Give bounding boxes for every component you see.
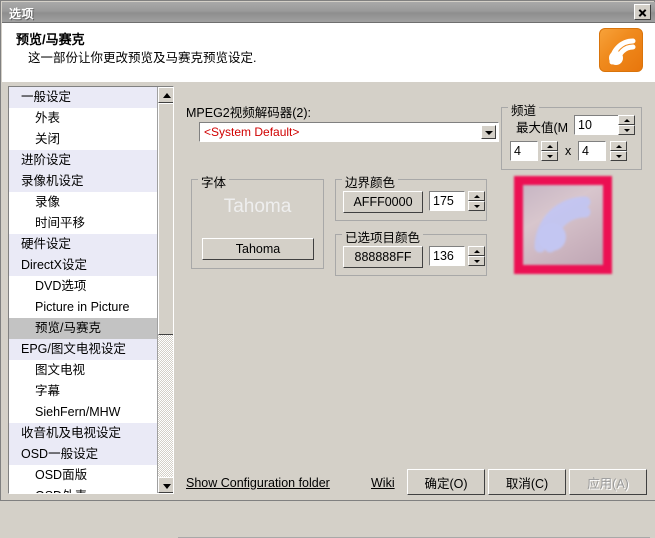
border-color-group-title: 边界颜色: [342, 172, 399, 191]
chevron-down-icon: [163, 484, 171, 489]
header-band: 预览/马赛克 这一部份让你更改预览及马赛克预览设定.: [2, 23, 655, 82]
options-dialog: 选项 预览/马赛克 这一部份让你更改预览及马赛克预览设定. 一般设定 外表 关闭 进阶…: [0, 0, 655, 538]
mosaic-preview-thumbnail: [514, 176, 612, 274]
decoder-dropdown-button[interactable]: [481, 125, 496, 139]
chevron-down-icon: [616, 155, 622, 158]
ok-button[interactable]: 确定(O): [407, 469, 485, 495]
settings-pane: MPEG2视频解码器(2): <System Default> 字体 Tahom…: [178, 86, 650, 494]
page-title: 预览/马赛克: [16, 32, 85, 47]
sidebar-item-2[interactable]: 关闭: [9, 129, 157, 150]
chevron-up-icon: [163, 93, 171, 98]
sidebar-item-10[interactable]: Picture in Picture: [9, 297, 157, 318]
font-group: 字体 Tahoma Tahoma: [191, 172, 324, 269]
signal-waves-preview-icon: [523, 185, 603, 265]
dialog-content: 一般设定 外表 关闭 进阶设定 录像机设定 录像 时间平移 硬件设定 DirectX设定 DVD选…: [2, 82, 655, 538]
sidebar-item-18[interactable]: OSD面版: [9, 465, 157, 486]
channel-max-spinner[interactable]: [618, 115, 635, 135]
sidebar-item-5[interactable]: 录像: [9, 192, 157, 213]
channel-rows-input[interactable]: 4: [578, 141, 606, 161]
channel-cols-spinner[interactable]: [541, 141, 558, 161]
apply-button: 应用(A): [569, 469, 647, 495]
spinner-up-button[interactable]: [541, 141, 558, 151]
sidebar-item-15[interactable]: SiehFern/MHW: [9, 402, 157, 423]
decoder-value: <System Default>: [204, 125, 300, 139]
font-select-button[interactable]: Tahoma: [202, 238, 314, 260]
spinner-down-button[interactable]: [610, 151, 627, 161]
chevron-up-icon: [624, 119, 630, 122]
sidebar-item-4[interactable]: 录像机设定: [9, 171, 157, 192]
sidebar-item-9[interactable]: DVD选项: [9, 276, 157, 297]
page-subtitle: 这一部份让你更改预览及马赛克预览设定.: [28, 51, 257, 65]
decoder-combo[interactable]: <System Default>: [199, 122, 499, 142]
border-color-group: 边界颜色 AFFF0000 175: [335, 172, 487, 221]
chevron-down-icon: [624, 129, 630, 132]
sidebar-item-8[interactable]: DirectX设定: [9, 255, 157, 276]
scroll-down-button[interactable]: [158, 477, 173, 493]
selected-color-group: 已选项目颜色 888888FF 136: [335, 227, 487, 276]
border-alpha-input[interactable]: 175: [429, 191, 465, 211]
sidebar-item-0[interactable]: 一般设定: [9, 87, 157, 108]
chevron-down-icon: [474, 260, 480, 263]
selected-alpha-spinner[interactable]: [468, 246, 485, 266]
signal-waves-logo-icon: [599, 28, 643, 72]
channel-grid-separator: x: [565, 144, 572, 158]
tree-scrollbar[interactable]: [157, 87, 173, 493]
channel-rows-spinner[interactable]: [610, 141, 627, 161]
show-config-folder-link[interactable]: Show Configuration folder: [186, 476, 330, 490]
border-alpha-spinner[interactable]: [468, 191, 485, 211]
spinner-down-button[interactable]: [541, 151, 558, 161]
sidebar-item-19[interactable]: OSD外表: [9, 486, 157, 493]
channel-max-input[interactable]: 10: [574, 115, 624, 135]
close-icon[interactable]: [634, 4, 651, 20]
channel-max-label: 最大值(M: [516, 121, 569, 135]
scrollbar-thumb[interactable]: [158, 103, 173, 335]
sidebar-item-12[interactable]: EPG/图文电视设定: [9, 339, 157, 360]
font-preview-text: Tahoma: [223, 196, 292, 217]
chevron-down-icon: [485, 131, 493, 135]
sidebar-item-11[interactable]: 预览/马赛克: [9, 318, 157, 339]
selected-color-button[interactable]: 888888FF: [343, 246, 423, 268]
spinner-up-button[interactable]: [468, 191, 485, 201]
scrollbar-track[interactable]: [158, 103, 173, 477]
spinner-up-button[interactable]: [618, 115, 635, 125]
sidebar-item-3[interactable]: 进阶设定: [9, 150, 157, 171]
selected-alpha-input[interactable]: 136: [429, 246, 465, 266]
chevron-up-icon: [616, 145, 622, 148]
spinner-down-button[interactable]: [468, 256, 485, 266]
chevron-down-icon: [547, 155, 553, 158]
sidebar-item-1[interactable]: 外表: [9, 108, 157, 129]
window-title: 选项: [9, 7, 35, 21]
chevron-up-icon: [474, 250, 480, 253]
sidebar-item-6[interactable]: 时间平移: [9, 213, 157, 234]
chevron-up-icon: [474, 195, 480, 198]
chevron-down-icon: [474, 205, 480, 208]
decoder-label: MPEG2视频解码器(2):: [186, 106, 312, 120]
wiki-link[interactable]: Wiki: [371, 476, 395, 490]
settings-tree-list: 一般设定 外表 关闭 进阶设定 录像机设定 录像 时间平移 硬件设定 DirectX设定 DVD选…: [9, 87, 157, 493]
sidebar-item-17[interactable]: OSD一般设定: [9, 444, 157, 465]
scroll-up-button[interactable]: [158, 87, 173, 103]
channel-group: 频道 最大值(M 10 4 x 4: [501, 100, 642, 170]
spinner-up-button[interactable]: [610, 141, 627, 151]
sidebar-item-13[interactable]: 图文电视: [9, 360, 157, 381]
sidebar-item-14[interactable]: 字幕: [9, 381, 157, 402]
title-bar: 选项: [2, 2, 655, 23]
selected-color-group-title: 已选项目颜色: [342, 227, 424, 246]
cancel-button[interactable]: 取消(C): [488, 469, 566, 495]
border-color-button[interactable]: AFFF0000: [343, 191, 423, 213]
channel-cols-input[interactable]: 4: [510, 141, 538, 161]
spinner-up-button[interactable]: [468, 246, 485, 256]
sidebar-item-7[interactable]: 硬件设定: [9, 234, 157, 255]
settings-tree[interactable]: 一般设定 外表 关闭 进阶设定 录像机设定 录像 时间平移 硬件设定 DirectX设定 DVD选…: [8, 86, 174, 494]
spinner-down-button[interactable]: [468, 201, 485, 211]
chevron-up-icon: [547, 145, 553, 148]
sidebar-item-16[interactable]: 收音机及电视设定: [9, 423, 157, 444]
spinner-down-button[interactable]: [618, 125, 635, 135]
